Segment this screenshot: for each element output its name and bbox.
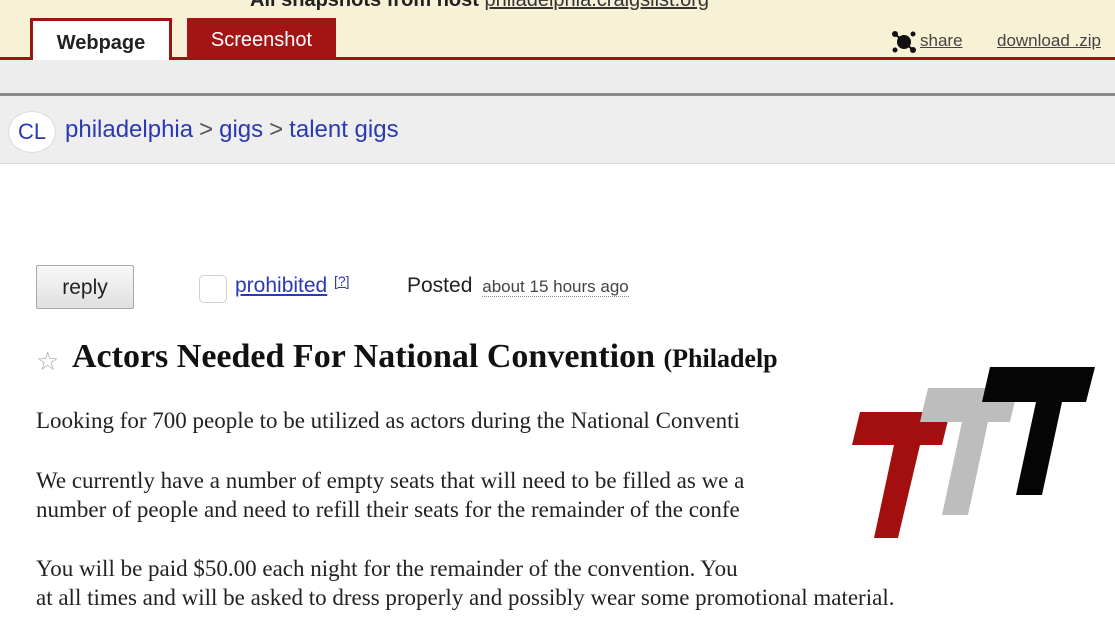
share-link[interactable]: share	[920, 31, 963, 51]
download-zip-link[interactable]: download .zip	[997, 31, 1101, 51]
archive-host-link[interactable]: philadelphia.craigslist.org	[484, 0, 709, 11]
breadcrumb-separator: >	[269, 116, 284, 143]
post-body-line: Looking for 700 people to be utilized as…	[36, 408, 740, 433]
prohibited-flag-checkbox[interactable]	[199, 275, 227, 303]
archive-title-prefix: All snapshots from host	[250, 0, 479, 11]
post-body-line: number of people and need to refill thei…	[36, 497, 740, 522]
tab-webpage[interactable]: Webpage	[30, 18, 172, 60]
reply-button[interactable]: reply	[36, 265, 134, 309]
posted-label: Posted	[407, 274, 473, 297]
breadcrumb: philadelphia > gigs > talent gigs	[65, 116, 399, 144]
archive-separator-band	[0, 60, 1115, 96]
logo-letter-gray	[920, 388, 1018, 515]
tab-screenshot[interactable]: Screenshot	[187, 18, 336, 58]
logo-letter-red	[852, 412, 950, 538]
prohibited-link[interactable]: prohibited	[235, 274, 327, 298]
archive-title: All snapshots from host philadelphia.cra…	[250, 0, 709, 12]
share-icon[interactable]	[891, 30, 917, 54]
post-body-line: You will be paid $50.00 each night for t…	[36, 556, 738, 581]
logo-letter-black	[982, 367, 1095, 495]
post-title: Actors Needed For National Convention (P…	[72, 338, 778, 376]
post-title-text: Actors Needed For National Convention	[72, 338, 655, 375]
posted-timestamp: about 15 hours ago	[482, 277, 629, 297]
posted-info: Posted about 15 hours ago	[407, 274, 629, 298]
breadcrumb-gigs[interactable]: gigs	[219, 116, 263, 143]
ttt-watermark-logo	[852, 367, 1095, 538]
post-location: (Philadelp	[663, 344, 778, 373]
post-body-line: at all times and will be asked to dress …	[36, 585, 895, 610]
favorite-star-icon[interactable]: ☆	[36, 346, 59, 377]
breadcrumb-separator: >	[199, 116, 214, 143]
prohibited-help-link[interactable]: [?]	[334, 273, 350, 289]
breadcrumb-philadelphia[interactable]: philadelphia	[65, 116, 193, 143]
craigslist-logo[interactable]: CL	[8, 111, 56, 153]
breadcrumb-talent-gigs[interactable]: talent gigs	[289, 116, 398, 143]
post-body-line: We currently have a number of empty seat…	[36, 468, 745, 493]
